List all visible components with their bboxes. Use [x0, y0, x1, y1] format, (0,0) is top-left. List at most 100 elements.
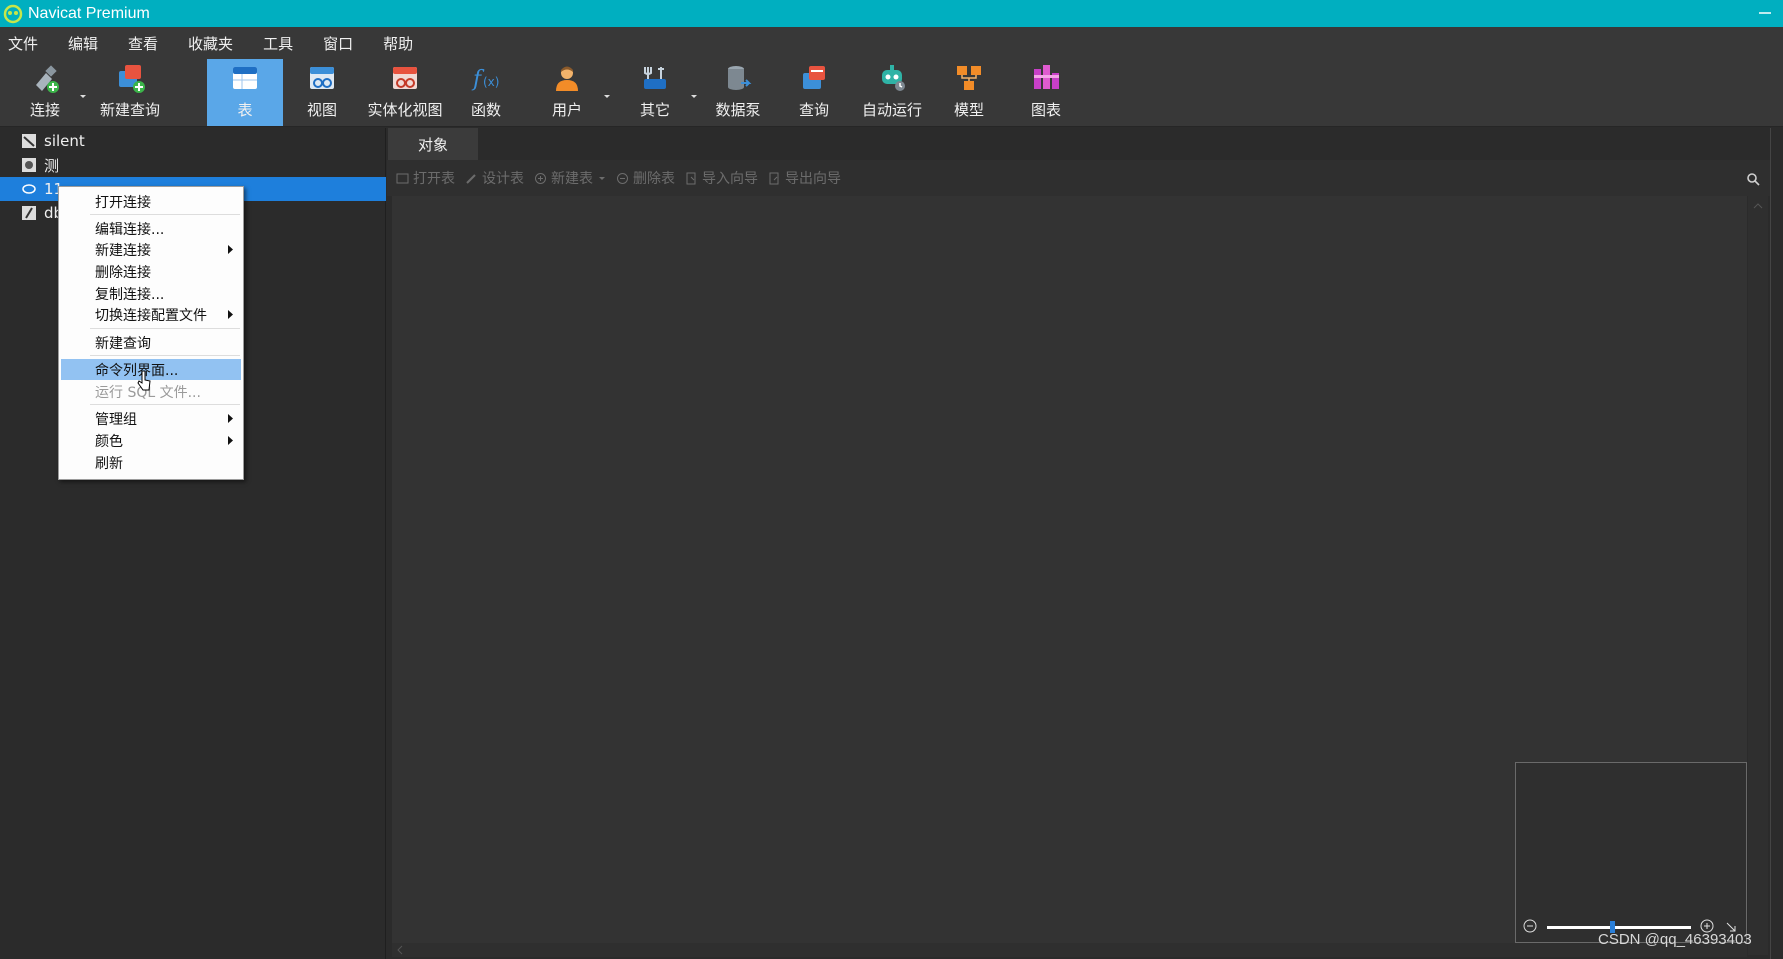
tool-chart[interactable]: 图表: [1022, 59, 1070, 126]
menu-run-sql-file[interactable]: 运行 SQL 文件...: [61, 381, 241, 402]
data-pump-icon: [728, 66, 752, 90]
chevron-up-icon[interactable]: [1753, 202, 1763, 210]
tool-new-query[interactable]: 新建查询: [96, 59, 164, 126]
menu-edit[interactable]: 编辑: [62, 33, 104, 54]
others-icon: [644, 67, 666, 89]
delete-table-label: 删除表: [633, 171, 675, 187]
new-query-icon: [119, 65, 145, 93]
chart-icon: [1034, 65, 1059, 89]
tool-data-pump[interactable]: 数据泵: [713, 59, 763, 126]
menu-separator: [90, 328, 240, 329]
export-wizard-button[interactable]: 导出向导: [768, 168, 841, 188]
tool-label: 表: [237, 101, 253, 119]
import-wizard-label: 导入向导: [702, 171, 758, 187]
user-icon: [556, 66, 578, 91]
menu-switch-profile[interactable]: 切换连接配置文件: [61, 304, 241, 325]
search-icon[interactable]: [1746, 172, 1760, 186]
tool-label: 视图: [306, 101, 337, 119]
menu-delete-connection[interactable]: 删除连接: [61, 261, 241, 282]
open-table-label: 打开表: [413, 171, 455, 187]
menu-label: 颜色: [95, 433, 123, 450]
menu-command-line[interactable]: 命令列界面...: [61, 359, 241, 380]
menu-color[interactable]: 颜色: [61, 430, 241, 451]
menu-label: 新建连接: [95, 242, 151, 259]
menu-help[interactable]: 帮助: [377, 33, 419, 54]
zoom-slider[interactable]: [1547, 926, 1691, 929]
tool-query[interactable]: 查询: [790, 59, 838, 126]
tool-materialized-view[interactable]: 实体化视图: [364, 59, 446, 126]
delete-table-button[interactable]: 删除表: [616, 168, 675, 188]
watermark: CSDN @qq_46393403: [1598, 931, 1752, 948]
horizontal-scrollbar[interactable]: [392, 943, 1747, 957]
menu-new-connection[interactable]: 新建连接: [61, 239, 241, 260]
menu-label: 编辑连接...: [95, 221, 165, 238]
menu-label: 刷新: [95, 455, 123, 472]
right-panel-edge: [1770, 128, 1783, 959]
new-table-label: 新建表: [551, 171, 593, 187]
menu-label: 切换连接配置文件: [95, 307, 207, 324]
mysql-connection-icon: [22, 134, 36, 148]
menu-favorites[interactable]: 收藏夹: [182, 33, 239, 54]
menu-new-query[interactable]: 新建查询: [61, 332, 241, 353]
connection-icon: [36, 65, 59, 93]
menu-manage-group[interactable]: 管理组: [61, 408, 241, 429]
menu-copy-connection[interactable]: 复制连接...: [61, 283, 241, 304]
tab-bar: 对象: [387, 128, 1783, 160]
menu-label: 管理组: [95, 411, 137, 428]
main-toolbar: 连接 新建查询 表 视图 实体化视图 f (x) 函数 用户 其它 数据泵 查询…: [0, 59, 1783, 127]
submenu-arrow-icon: [228, 310, 233, 319]
connection-icon: [22, 206, 36, 220]
tool-model[interactable]: 模型: [945, 59, 993, 126]
add-icon: [535, 172, 546, 184]
tool-others[interactable]: 其它: [631, 59, 679, 126]
menu-window[interactable]: 窗口: [317, 33, 359, 54]
new-table-button[interactable]: 新建表: [534, 168, 606, 188]
menu-tools[interactable]: 工具: [257, 33, 299, 54]
chevron-left-icon[interactable]: [396, 945, 404, 955]
open-table-button[interactable]: 打开表: [396, 168, 455, 188]
window-title: Navicat Premium: [28, 4, 150, 22]
materialized-view-icon: [393, 67, 417, 89]
context-menu: 打开连接 编辑连接... 新建连接 删除连接 复制连接... 切换连接配置文件 …: [58, 186, 244, 480]
tool-connection[interactable]: 连接: [20, 59, 70, 126]
menu-edit-connection[interactable]: 编辑连接...: [61, 218, 241, 239]
tool-label: 连接: [29, 101, 60, 119]
svg-text:(x): (x): [483, 75, 499, 89]
chevron-down-icon[interactable]: [690, 93, 698, 99]
chevron-down-icon[interactable]: [598, 175, 606, 181]
tool-view[interactable]: 视图: [298, 59, 346, 126]
pencil-icon: [466, 173, 476, 184]
tree-item-silent[interactable]: silent: [0, 129, 386, 153]
menu-refresh[interactable]: 刷新: [61, 452, 241, 473]
menu-label: 复制连接...: [95, 286, 165, 303]
menu-separator: [90, 355, 240, 356]
menu-view[interactable]: 查看: [122, 33, 164, 54]
tab-objects[interactable]: 对象: [388, 128, 478, 160]
submenu-arrow-icon: [228, 245, 233, 254]
tool-label: 查询: [798, 101, 829, 119]
menu-open-connection[interactable]: 打开连接: [61, 191, 241, 212]
table-icon: [233, 67, 257, 89]
remove-icon: [617, 172, 628, 184]
design-table-button[interactable]: 设计表: [465, 168, 524, 188]
vertical-scrollbar[interactable]: [1748, 196, 1768, 955]
menu-file[interactable]: 文件: [2, 33, 44, 54]
chevron-down-icon[interactable]: [603, 93, 611, 99]
minimize-icon[interactable]: [1755, 3, 1775, 23]
tree-item-label: silent: [44, 132, 85, 150]
tool-function[interactable]: f (x) 函数: [462, 59, 510, 126]
design-table-label: 设计表: [482, 171, 524, 187]
tool-label: 自动运行: [861, 101, 922, 119]
tool-table[interactable]: 表: [207, 59, 283, 126]
tree-item-label: 测: [44, 156, 60, 175]
tool-automation[interactable]: 自动运行: [859, 59, 925, 126]
tool-user[interactable]: 用户: [543, 59, 591, 126]
tree-item-ce[interactable]: 测: [0, 153, 386, 177]
tool-label: 用户: [551, 101, 582, 119]
import-wizard-button[interactable]: 导入向导: [685, 168, 758, 188]
zoom-out-icon[interactable]: [1523, 919, 1537, 933]
navicat-logo-icon: [3, 4, 23, 23]
menu-label: 新建查询: [95, 335, 151, 352]
tool-label: 新建查询: [99, 101, 160, 119]
chevron-down-icon[interactable]: [79, 93, 87, 99]
